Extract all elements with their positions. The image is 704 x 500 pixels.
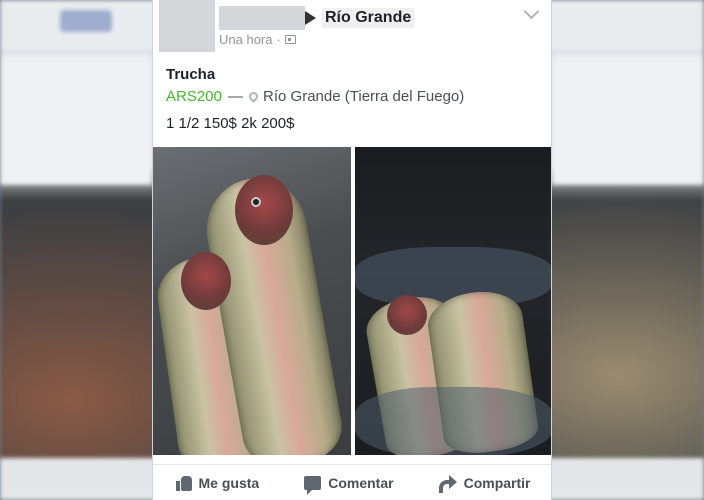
group-name-link[interactable]: Río Grande bbox=[322, 8, 415, 28]
share-button[interactable]: Compartir bbox=[438, 474, 531, 493]
fish-head bbox=[235, 175, 293, 245]
share-icon bbox=[438, 474, 457, 493]
listing-price: ARS200 bbox=[166, 88, 222, 105]
chevron-down-icon[interactable] bbox=[523, 3, 540, 20]
comment-label: Comentar bbox=[328, 474, 394, 491]
like-button[interactable]: Me gusta bbox=[175, 474, 260, 491]
blurred-left-card bbox=[0, 55, 152, 185]
post-meta: Una hora · bbox=[219, 32, 296, 47]
location-text: Río Grande (Tierra del Fuego) bbox=[263, 88, 465, 105]
listing-title: Trucha bbox=[166, 66, 216, 83]
post-header: Río Grande bbox=[305, 7, 415, 29]
listing-price-line: ARS200 — Río Grande (Tierra del Fuego) bbox=[166, 88, 464, 105]
like-icon bbox=[175, 475, 192, 491]
post-card: Río Grande Una hora · Trucha ARS200 — Rí… bbox=[152, 0, 552, 500]
fish-eye bbox=[251, 197, 261, 207]
fish-head bbox=[387, 295, 427, 335]
location-pin-icon bbox=[247, 90, 260, 103]
play-arrow-icon bbox=[305, 11, 316, 25]
post-actions: Me gusta Comentar Compartir bbox=[153, 464, 551, 500]
like-label: Me gusta bbox=[198, 474, 260, 491]
redacted-author-name[interactable] bbox=[219, 6, 305, 30]
post-photo-1[interactable] bbox=[153, 147, 351, 455]
post-time[interactable]: Una hora bbox=[219, 32, 272, 47]
price-separator: — bbox=[227, 88, 243, 105]
fish-head bbox=[181, 252, 231, 310]
blurred-logo bbox=[60, 10, 112, 32]
comment-button[interactable]: Comentar bbox=[304, 474, 394, 495]
listing-location[interactable]: Río Grande (Tierra del Fuego) bbox=[247, 88, 465, 105]
photo-privacy-icon bbox=[284, 35, 296, 44]
avatar[interactable] bbox=[159, 0, 215, 52]
listing-description: 1 1/2 150$ 2k 200$ bbox=[166, 115, 295, 132]
comment-icon bbox=[304, 475, 322, 495]
blurred-right-card bbox=[552, 55, 704, 185]
post-photo-2[interactable] bbox=[355, 147, 551, 455]
bag-fold bbox=[355, 387, 551, 455]
share-label: Compartir bbox=[463, 474, 531, 491]
meta-dot: · bbox=[276, 32, 281, 47]
